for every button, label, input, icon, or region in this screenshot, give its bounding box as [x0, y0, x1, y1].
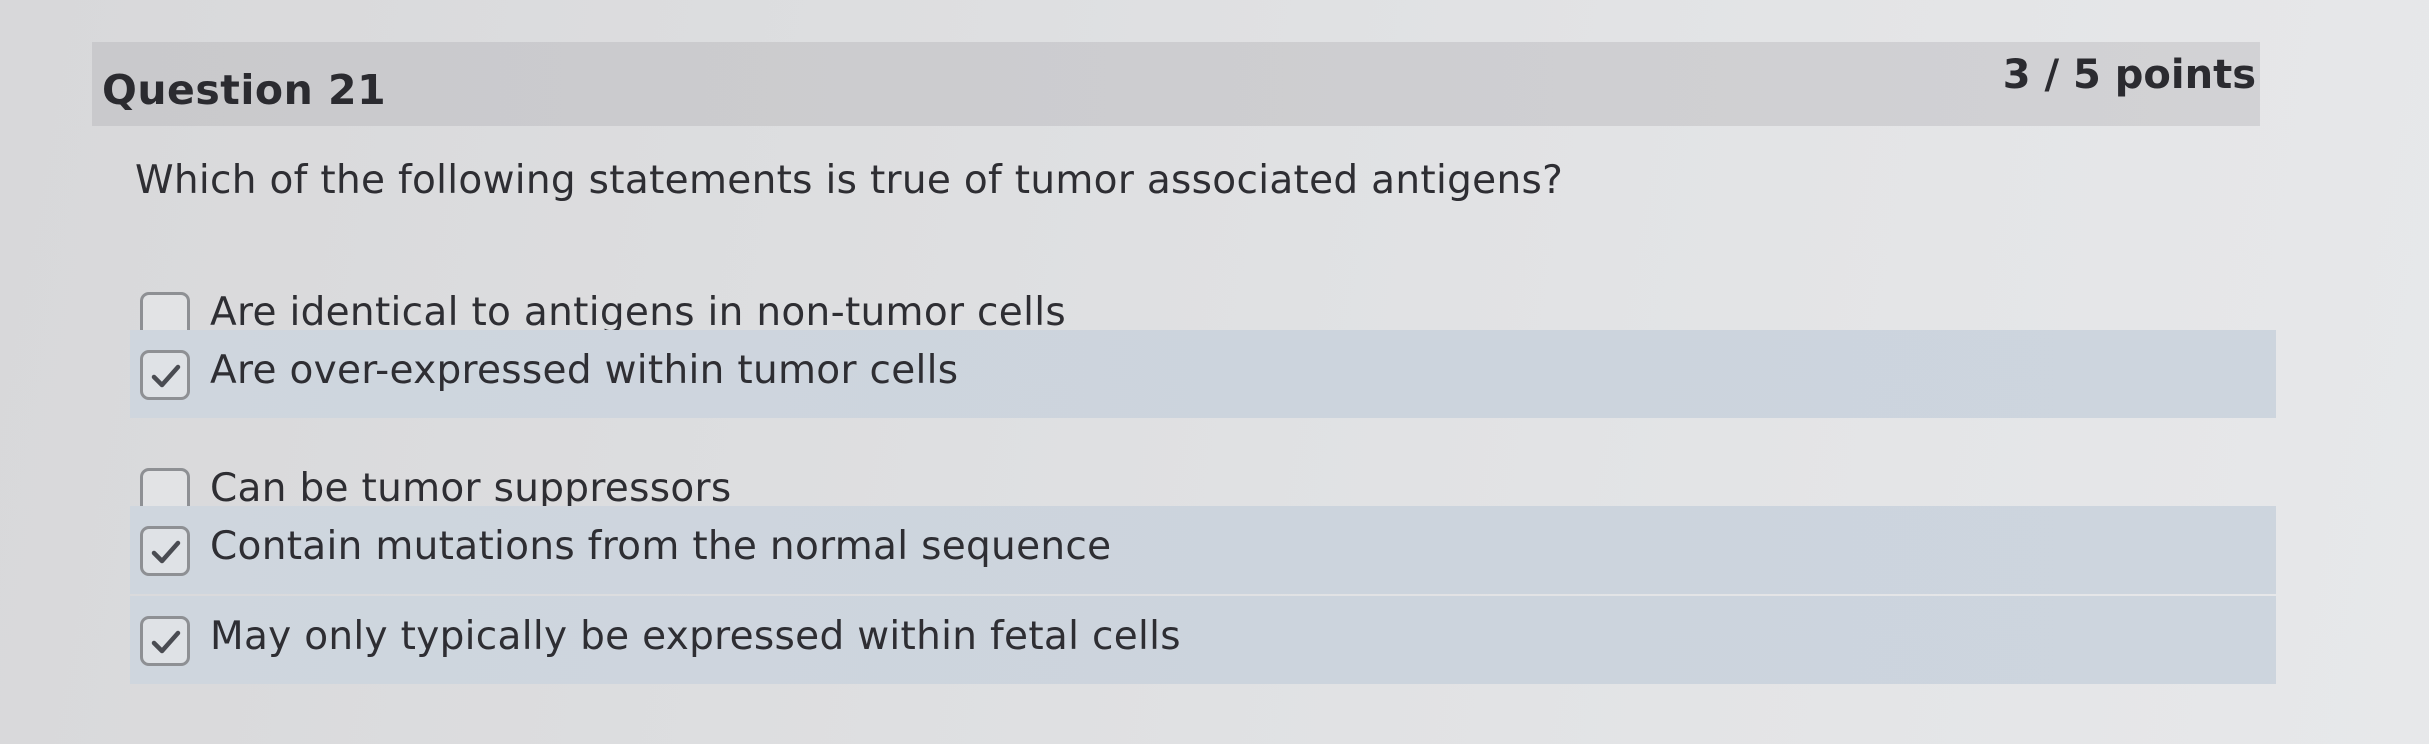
answer-checkbox[interactable]	[140, 350, 190, 400]
answer-label: Contain mutations from the normal sequen…	[210, 524, 1112, 569]
checkmark-icon	[151, 540, 181, 564]
answer-label: Are identical to antigens in non-tumor c…	[210, 290, 1066, 335]
answer-option-5[interactable]: May only typically be expressed within f…	[130, 596, 2276, 684]
checkmark-icon	[151, 364, 181, 388]
answer-label: Can be tumor suppressors	[210, 466, 732, 511]
answer-label: Are over-expressed within tumor cells	[210, 348, 959, 393]
answer-checkbox[interactable]	[140, 616, 190, 666]
answer-label: May only typically be expressed within f…	[210, 614, 1181, 659]
answer-option-4[interactable]: Contain mutations from the normal sequen…	[130, 506, 2276, 594]
answer-option-2[interactable]: Are over-expressed within tumor cells	[130, 330, 2276, 418]
answer-list: Are identical to antigens in non-tumor c…	[0, 0, 2429, 744]
checkmark-icon	[151, 630, 181, 654]
answer-checkbox[interactable]	[140, 526, 190, 576]
